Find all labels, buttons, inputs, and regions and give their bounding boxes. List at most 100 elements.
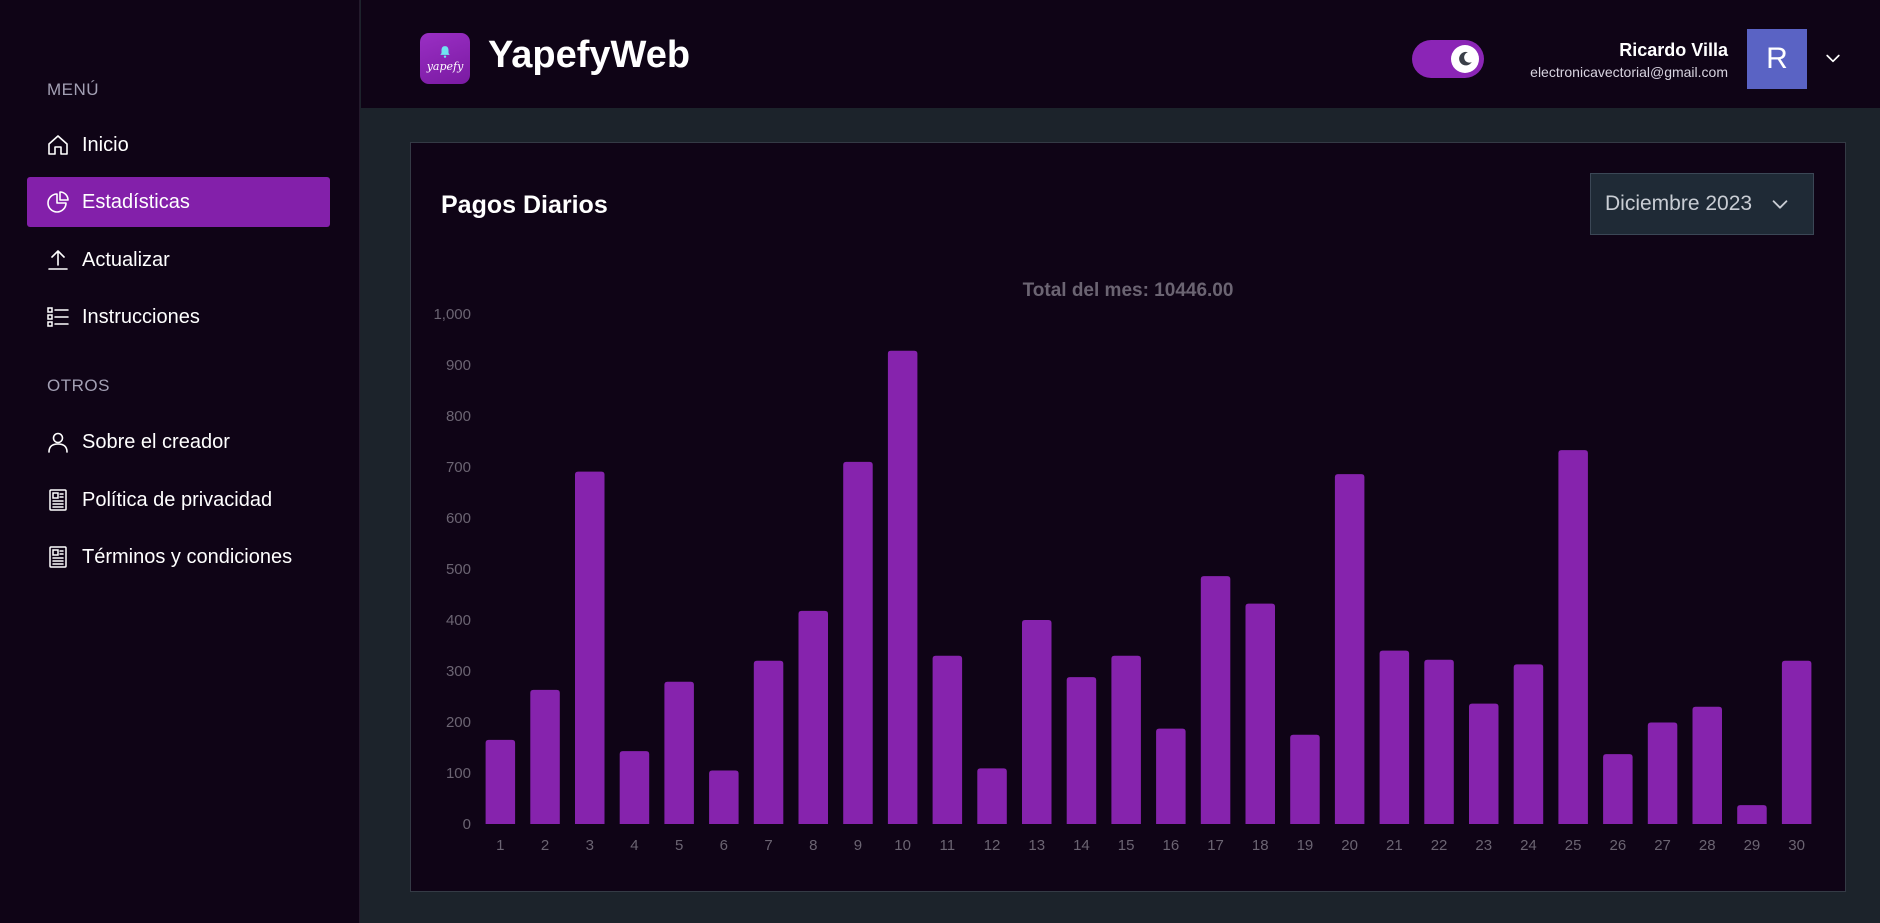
user-name: Ricardo Villa — [1619, 40, 1728, 60]
x-tick-label: 25 — [1565, 837, 1582, 854]
bar-day-3[interactable] — [574, 471, 605, 824]
bar-day-7[interactable] — [753, 660, 784, 824]
x-tick-label: 14 — [1073, 837, 1090, 854]
nav-item-label: Estadísticas — [82, 190, 190, 213]
pie-chart-icon — [46, 190, 70, 214]
x-tick-label: 9 — [854, 837, 862, 854]
bar-day-8[interactable] — [798, 610, 829, 824]
y-tick-label: 900 — [446, 357, 471, 374]
bar-day-20[interactable] — [1334, 474, 1365, 824]
app-logo[interactable]: yapefy — [420, 33, 470, 84]
bar-day-13[interactable] — [1021, 620, 1052, 824]
x-tick-label: 24 — [1520, 837, 1537, 854]
x-tick-label: 20 — [1341, 837, 1358, 854]
bar-day-4[interactable] — [619, 751, 650, 824]
menu-section-title: MENÚ — [47, 80, 100, 99]
x-axis: 1 2 3 4 5 6 7 8 9 10 11 12 13 14 15 16 17 18 19 20 21 22 23 24 2… — [496, 837, 1805, 854]
y-tick-label: 0 — [463, 816, 471, 833]
home-icon — [46, 133, 70, 157]
x-tick-label: 10 — [894, 837, 911, 854]
bar-day-22[interactable] — [1424, 659, 1454, 824]
x-tick-label: 16 — [1163, 837, 1180, 854]
x-tick-label: 28 — [1699, 837, 1716, 854]
bar-day-9[interactable] — [843, 461, 873, 824]
x-tick-label: 21 — [1386, 837, 1403, 854]
nav-item-sobre-el-creador[interactable]: Sobre el creador — [27, 417, 330, 467]
nav-item-terminos-y-condiciones[interactable]: Términos y condiciones — [27, 532, 330, 582]
bar-day-28[interactable] — [1692, 706, 1723, 824]
x-tick-label: 29 — [1744, 837, 1761, 854]
bar-day-2[interactable] — [530, 689, 560, 824]
x-tick-label: 13 — [1028, 837, 1045, 854]
bar-day-21[interactable] — [1379, 650, 1410, 824]
bell-icon — [440, 45, 450, 58]
x-tick-label: 30 — [1788, 837, 1805, 854]
chevron-down-icon[interactable] — [1823, 48, 1843, 68]
bar-day-26[interactable] — [1603, 754, 1633, 824]
x-tick-label: 22 — [1431, 837, 1448, 854]
bar-day-15[interactable] — [1111, 655, 1141, 824]
bar-day-17[interactable] — [1200, 576, 1231, 824]
top-header: yapefy YapefyWeb Ricardo Villa electroni… — [361, 0, 1880, 108]
document-icon — [46, 545, 70, 569]
nav-item-label: Instrucciones — [82, 305, 200, 328]
app-title: YapefyWeb — [488, 34, 691, 76]
x-tick-label: 6 — [720, 837, 728, 854]
y-tick-label: 400 — [446, 612, 471, 629]
bar-day-5[interactable] — [664, 681, 694, 824]
nav-item-label: Inicio — [82, 133, 129, 156]
x-tick-label: 7 — [764, 837, 772, 854]
daily-payments-chart: Total del mes: 10446.00 0 100 200 300 400 500… — [433, 280, 1812, 854]
nav-item-estadisticas[interactable]: Estadísticas — [27, 177, 330, 227]
bar-day-25[interactable] — [1558, 450, 1588, 824]
bar-day-19[interactable] — [1290, 734, 1320, 824]
bar-day-10[interactable] — [887, 350, 918, 824]
bar-day-27[interactable] — [1647, 722, 1678, 824]
theme-toggle[interactable] — [1412, 40, 1484, 78]
bar-day-23[interactable] — [1468, 703, 1499, 824]
nav-item-label: Términos y condiciones — [82, 545, 293, 568]
others-section-title: OTROS — [47, 376, 110, 395]
bar-day-11[interactable] — [932, 655, 963, 824]
avatar[interactable]: R — [1747, 29, 1807, 89]
bar-day-16[interactable] — [1156, 728, 1186, 824]
y-tick-label: 600 — [446, 510, 471, 527]
nav-item-actualizar[interactable]: Actualizar — [27, 235, 330, 285]
x-tick-label: 27 — [1654, 837, 1671, 854]
y-tick-label: 700 — [446, 459, 471, 476]
user-email: electronicavectorial@gmail.com — [1530, 64, 1728, 80]
x-tick-label: 1 — [496, 837, 504, 854]
x-tick-label: 3 — [586, 837, 594, 854]
upload-icon — [46, 248, 70, 272]
x-tick-label: 15 — [1118, 837, 1135, 854]
user-icon — [46, 430, 70, 454]
x-tick-label: 8 — [809, 837, 817, 854]
logo-text: yapefy — [426, 59, 464, 73]
x-tick-label: 4 — [630, 837, 638, 854]
bar-day-24[interactable] — [1513, 664, 1544, 824]
y-tick-label: 200 — [446, 714, 471, 731]
x-tick-label: 12 — [984, 837, 1001, 854]
bar-day-6[interactable] — [709, 770, 739, 824]
bar-day-1[interactable] — [485, 739, 516, 824]
nav-item-inicio[interactable]: Inicio — [27, 120, 330, 170]
x-tick-label: 18 — [1252, 837, 1269, 854]
y-tick-label: 1,000 — [433, 306, 471, 323]
x-tick-label: 26 — [1610, 837, 1627, 854]
bar-day-18[interactable] — [1245, 603, 1276, 824]
x-tick-label: 5 — [675, 837, 683, 854]
x-tick-label: 2 — [541, 837, 549, 854]
bar-day-12[interactable] — [977, 768, 1007, 824]
x-tick-label: 23 — [1475, 837, 1492, 854]
document-icon — [46, 488, 70, 512]
x-tick-label: 17 — [1207, 837, 1224, 854]
y-tick-label: 800 — [446, 408, 471, 425]
bar-day-30[interactable] — [1781, 660, 1812, 824]
nav-item-politica-de-privacidad[interactable]: Política de privacidad — [27, 475, 330, 525]
y-tick-label: 300 — [446, 663, 471, 680]
bar-day-29[interactable] — [1737, 805, 1767, 824]
y-tick-label: 500 — [446, 561, 471, 578]
moon-icon — [1451, 45, 1479, 73]
nav-item-instrucciones[interactable]: Instrucciones — [27, 292, 330, 342]
bar-day-14[interactable] — [1066, 677, 1097, 824]
